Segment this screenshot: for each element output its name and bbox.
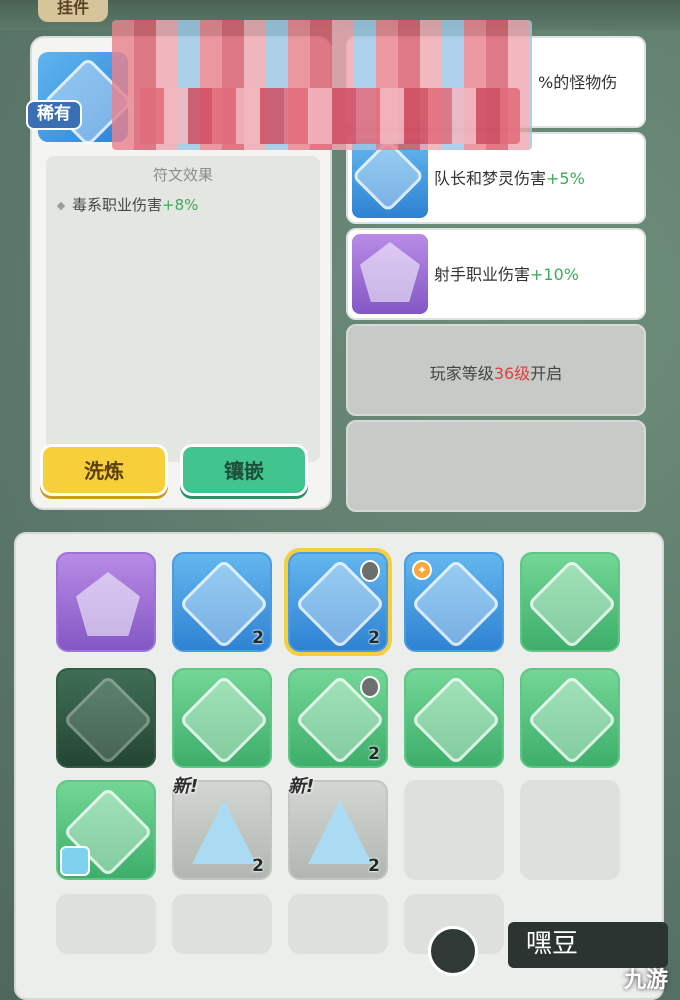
rune-slot-empty[interactable] [346, 420, 646, 512]
inventory-cell[interactable] [520, 552, 620, 652]
gem-icon [526, 674, 618, 766]
gem-icon [526, 558, 618, 650]
gem-icon [308, 800, 372, 864]
new-tag: 新! [172, 776, 199, 797]
gem-icon [351, 139, 425, 213]
unlock-requirement: 玩家等级36级开启 [429, 364, 563, 383]
inventory-cell[interactable]: 新! 2 [172, 776, 272, 880]
gem-icon [410, 674, 502, 766]
effect-line: 毒系职业伤害+8% [56, 194, 199, 215]
gem-icon [192, 800, 256, 864]
inventory-cell[interactable] [520, 668, 620, 768]
inventory-cell[interactable]: 2 [172, 552, 272, 652]
inlay-button[interactable]: 镶嵌 [180, 444, 308, 496]
inventory-cell-empty [404, 780, 504, 880]
inventory-cell[interactable]: 2 [288, 668, 388, 768]
inventory-cell[interactable] [56, 668, 156, 768]
item-count: 2 [368, 744, 380, 764]
rarity-badge: 稀有 [26, 100, 82, 130]
inventory-cell[interactable] [56, 552, 156, 652]
effect-value: +8% [162, 196, 199, 214]
inventory-cell-empty [288, 894, 388, 954]
rune-slot-3[interactable]: 射手职业伤害+10% [346, 228, 646, 320]
lock-icon [360, 676, 380, 698]
inventory-cell[interactable] [172, 668, 272, 768]
gem-icon [62, 674, 154, 766]
bullet-icon [56, 201, 66, 210]
item-count: 2 [252, 628, 264, 648]
inventory-cell-empty [172, 894, 272, 954]
censored-area [140, 88, 520, 144]
inventory-cell-empty [520, 780, 620, 880]
effect-title: 符文效果 [152, 166, 213, 184]
slot-1-text: %的怪物伤 [538, 73, 618, 92]
inventory-cell[interactable] [404, 668, 504, 768]
new-tag: 新! [288, 776, 315, 797]
inventory-cell[interactable] [56, 780, 156, 880]
lock-icon [360, 560, 380, 582]
gem-icon [178, 674, 270, 766]
slot-2-rune-icon [351, 138, 428, 218]
inventory-cell[interactable]: 新! 2 [288, 776, 388, 880]
slot-3-text: 射手职业伤害+10% [434, 265, 579, 284]
floating-action-button[interactable] [428, 926, 478, 976]
star-icon: ✦ [412, 560, 432, 580]
inventory-cell-selected[interactable]: 2 [284, 548, 392, 656]
rune-effect-box: 符文效果 毒系职业伤害+8% [46, 156, 320, 462]
effect-text: 毒系职业伤害 [72, 196, 163, 214]
tab-pendant[interactable]: 挂件 [38, 0, 108, 22]
slot-3-rune-icon [352, 234, 428, 314]
item-count: 2 [252, 856, 264, 876]
item-count: 2 [368, 628, 380, 648]
item-count: 2 [368, 856, 380, 876]
character-avatar-icon [60, 846, 90, 876]
gem-icon [76, 572, 140, 636]
watermark-logo: 九游 [623, 968, 668, 993]
gem-icon [360, 242, 420, 302]
rune-slot-locked[interactable]: 玩家等级36级开启 [346, 324, 646, 416]
inventory-cell[interactable]: ✦ [404, 552, 504, 652]
refine-button[interactable]: 洗炼 [40, 444, 168, 496]
inventory-cell-empty [56, 894, 156, 954]
